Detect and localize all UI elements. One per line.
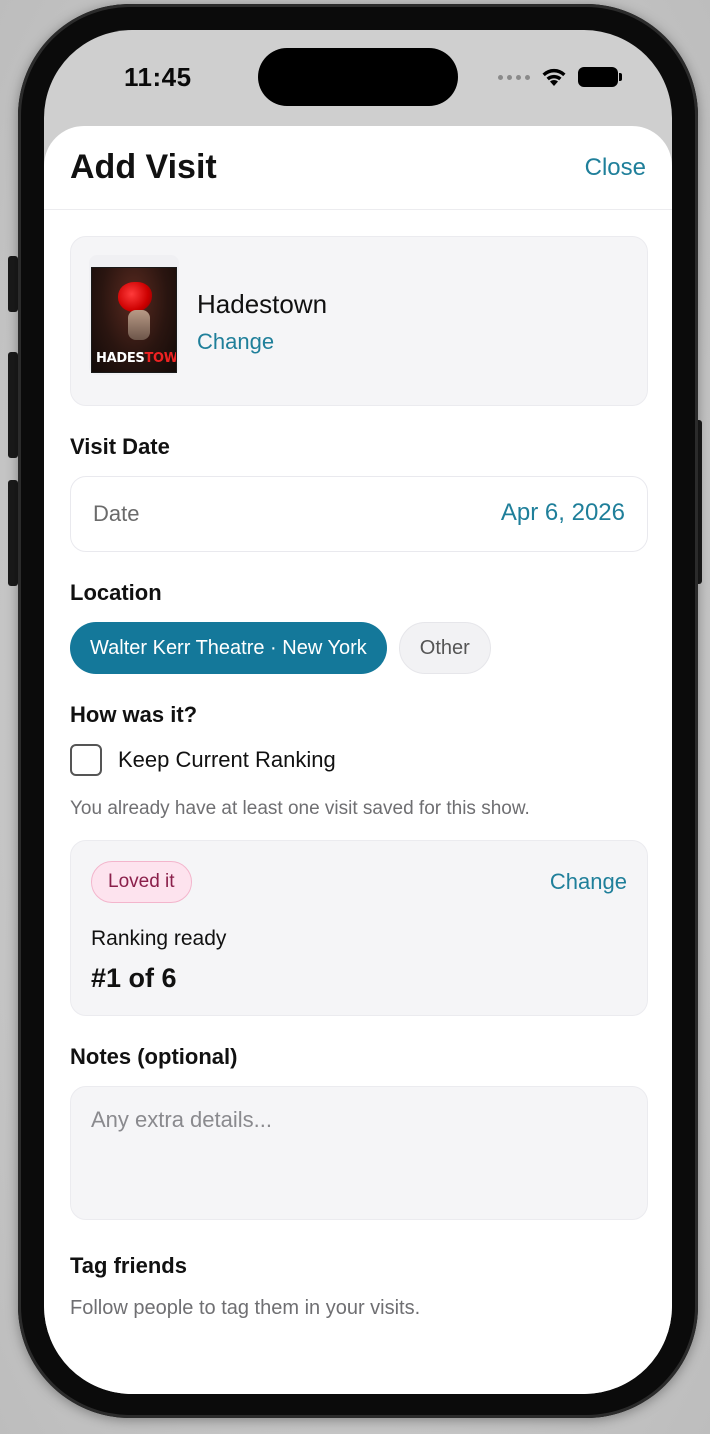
poster-hand: [128, 310, 150, 340]
how-was-it-label: How was it?: [70, 702, 198, 727]
status-time: 11:45: [124, 62, 192, 92]
ranking-status: Ranking ready: [91, 927, 227, 950]
volume-up-button: [8, 352, 18, 458]
keep-ranking-checkbox[interactable]: [70, 744, 102, 776]
poster-flower: [118, 282, 152, 312]
dynamic-island: [258, 48, 458, 106]
volume-down-button: [8, 480, 18, 586]
existing-visit-helper: You already have at least one visit save…: [70, 798, 530, 819]
close-button[interactable]: Close: [585, 154, 646, 182]
screen: 11:45 Add Visit Close HADESTOW Hadestown…: [44, 30, 672, 1394]
status-bar: 11:45: [44, 30, 672, 126]
tag-friends-hint: Follow people to tag them in your visits…: [70, 1297, 421, 1319]
sheet-content: HADESTOWN Hadestown Change Visit Date Da…: [70, 236, 648, 1320]
keep-ranking-row: Keep Current Ranking: [70, 744, 648, 776]
action-button: [8, 256, 18, 312]
location-chip-other[interactable]: Other: [398, 622, 491, 674]
notes-input[interactable]: [70, 1086, 648, 1220]
change-show-button[interactable]: Change: [197, 329, 274, 355]
date-picker[interactable]: Date Apr 6, 2026: [70, 476, 648, 552]
show-poster: HADESTOWN: [89, 255, 179, 375]
add-visit-sheet: Add Visit Close HADESTOWN Hadestown Chan…: [44, 126, 672, 1394]
location-chip-walter-kerr[interactable]: Walter Kerr Theatre · New York: [70, 622, 387, 674]
sheet-title: Add Visit: [70, 148, 217, 186]
poster-image: HADESTOWN: [91, 267, 177, 373]
show-name: Hadestown: [197, 289, 328, 319]
date-value[interactable]: Apr 6, 2026: [501, 499, 625, 527]
location-label: Location: [70, 580, 162, 605]
sentiment-badge: Loved it: [91, 861, 192, 903]
poster-title: HADESTOWN: [96, 351, 177, 366]
keep-ranking-label[interactable]: Keep Current Ranking: [118, 747, 336, 773]
date-field-label: Date: [93, 501, 140, 526]
sheet-header: Add Visit Close: [44, 126, 672, 210]
location-chips: Walter Kerr Theatre · New York Other: [70, 622, 648, 674]
ranking-value: #1 of 6: [91, 963, 177, 993]
signal-dots-icon: [498, 74, 530, 80]
show-card: HADESTOWN Hadestown Change: [70, 236, 648, 406]
ranking-card: Loved it Change Ranking ready #1 of 6: [70, 840, 648, 1016]
visit-date-label: Visit Date: [70, 434, 170, 459]
battery-icon: [578, 67, 622, 87]
phone-frame: 11:45 Add Visit Close HADESTOW Hadestown…: [18, 4, 698, 1418]
change-ranking-button[interactable]: Change: [550, 869, 627, 895]
status-icons: [498, 66, 622, 88]
wifi-icon: [542, 68, 566, 86]
notes-label: Notes (optional): [70, 1044, 238, 1069]
tag-friends-label: Tag friends: [70, 1253, 187, 1278]
